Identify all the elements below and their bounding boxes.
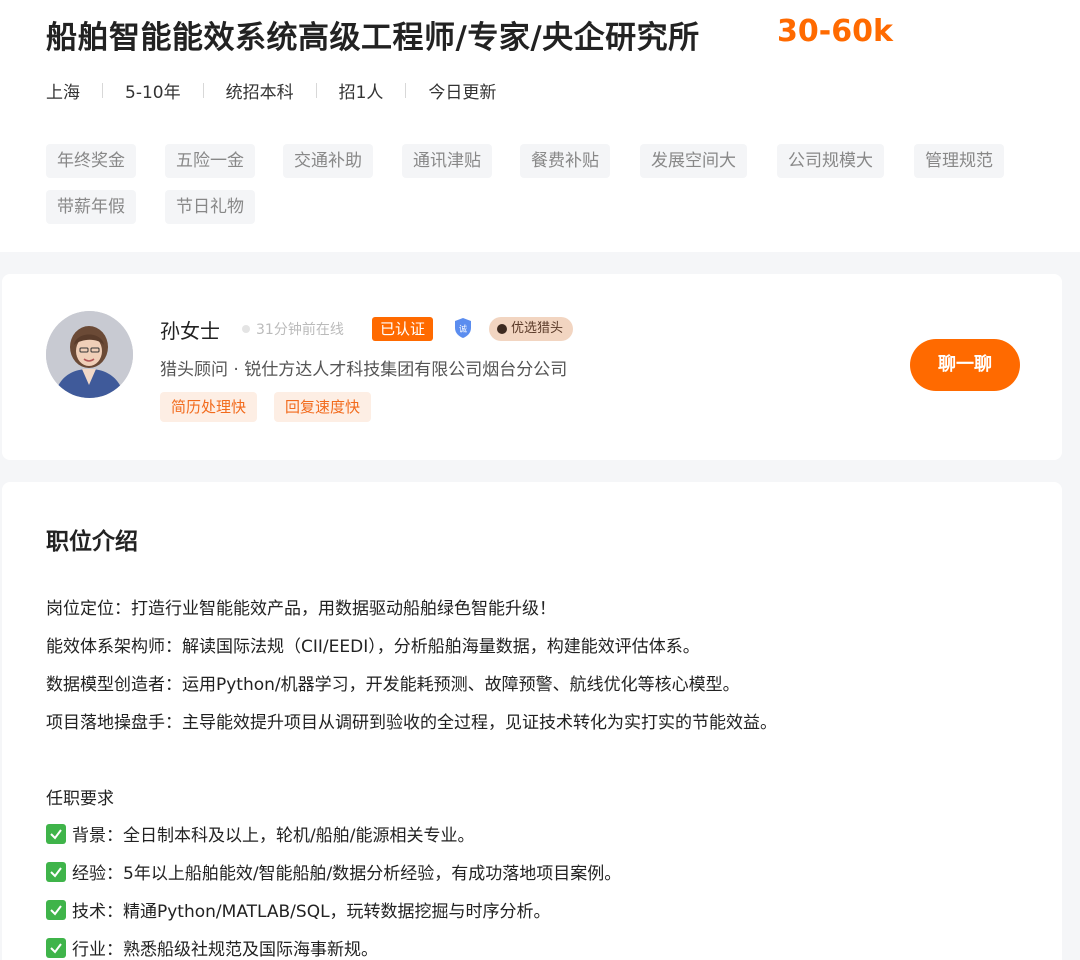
recruiter-name: 孙女士 (160, 319, 220, 343)
premium-label: 优选猎头 (511, 321, 564, 336)
meta-divider (102, 82, 103, 98)
benefit-tag: 通讯津贴 (402, 144, 492, 178)
avatar[interactable] (46, 311, 133, 398)
description-line: 能效体系架构师：解读国际法规（CII/EEDI），分析船舶海量数据，构建能效评估… (46, 637, 700, 657)
job-meta: 上海 5-10年 统招本科 招1人 今日更新 (46, 78, 497, 103)
meta-divider (405, 82, 407, 98)
shield-icon: 诚 (453, 317, 473, 339)
requirement-item: 经验：5年以上船舶能效/智能船舶/数据分析经验，有成功落地项目案例。 (46, 859, 621, 884)
online-status-text: 31分钟前在线 (256, 322, 344, 338)
description-line: 岗位定位：打造行业智能能效产品，用数据驱动船舶绿色智能升级！ (46, 599, 556, 619)
recruiter-tag: 简历处理快 (160, 392, 258, 422)
chat-button[interactable]: 聊一聊 (910, 339, 1020, 391)
check-icon (46, 899, 66, 920)
meta-location: 上海 (46, 82, 80, 103)
recruiter-subtitle: 猎头顾问 · 锐仕方达人才科技集团有限公司烟台分公司 (160, 360, 568, 380)
description-line: 项目落地操盘手：主导能效提升项目从调研到验收的全过程，见证技术转化为实打实的节能… (46, 713, 777, 733)
section-title: 职位介绍 (46, 529, 138, 555)
meta-experience: 5-10年 (125, 82, 181, 103)
verified-badge: 已认证 (372, 317, 434, 341)
check-icon (46, 861, 66, 882)
benefit-tag: 发展空间大 (640, 144, 747, 178)
benefit-tag: 交通补助 (283, 144, 373, 178)
job-description-card: 职位介绍 岗位定位：打造行业智能能效产品，用数据驱动船舶绿色智能升级！ 能效体系… (2, 482, 1062, 960)
requirement-text: 技术：精通Python/MATLAB/SQL，玩转数据挖掘与时序分析。 (72, 902, 551, 922)
online-dot-icon (242, 325, 250, 333)
premium-hunter-badge: 优选猎头 (489, 317, 574, 341)
benefit-tag: 公司规模大 (777, 144, 884, 178)
benefit-tag: 餐费补贴 (520, 144, 610, 178)
requirement-text: 经验：5年以上船舶能效/智能船舶/数据分析经验，有成功落地项目案例。 (72, 864, 622, 884)
premium-icon (497, 324, 507, 334)
benefit-tag: 节日礼物 (165, 190, 255, 224)
benefit-tag: 管理规范 (914, 144, 1004, 178)
meta-headcount: 招1人 (338, 82, 384, 103)
check-icon (46, 823, 66, 844)
benefit-tag: 五险一金 (165, 144, 255, 178)
requirements-title: 任职要求 (46, 789, 114, 809)
benefit-tag: 年终奖金 (46, 144, 136, 178)
recruiter-tag: 回复速度快 (274, 392, 372, 422)
requirement-item: 背景：全日制本科及以上，轮机/船舶/能源相关专业。 (46, 821, 474, 846)
check-icon (46, 937, 66, 958)
meta-education: 统招本科 (225, 82, 294, 103)
description-line: 数据模型创造者：运用Python/机器学习，开发能耗预测、故障预警、航线优化等核… (46, 675, 740, 695)
requirement-item: 技术：精通Python/MATLAB/SQL，玩转数据挖掘与时序分析。 (46, 897, 551, 922)
requirement-text: 背景：全日制本科及以上，轮机/船舶/能源相关专业。 (72, 826, 475, 846)
requirement-text: 行业：熟悉船级社规范及国际海事新规。 (72, 940, 378, 960)
benefit-tag: 带薪年假 (46, 190, 136, 224)
salary: 30-60k (777, 14, 893, 49)
job-title: 船舶智能能效系统高级工程师/专家/央企研究所 (46, 20, 700, 56)
job-header: 船舶智能能效系统高级工程师/专家/央企研究所 30-60k 上海 5-10年 统… (0, 0, 1080, 252)
recruiter-card: 孙女士 31分钟前在线 已认证 诚 优选猎头 猎头顾问 · 锐仕方达人才科技集团… (2, 274, 1062, 460)
meta-updated: 今日更新 (428, 82, 497, 103)
avatar-photo (46, 311, 133, 398)
online-status: 31分钟前在线 (242, 319, 344, 339)
meta-divider (202, 82, 204, 98)
requirement-item: 行业：熟悉船级社规范及国际海事新规。 (46, 935, 378, 960)
meta-divider (315, 82, 317, 98)
svg-text:诚: 诚 (459, 324, 467, 334)
